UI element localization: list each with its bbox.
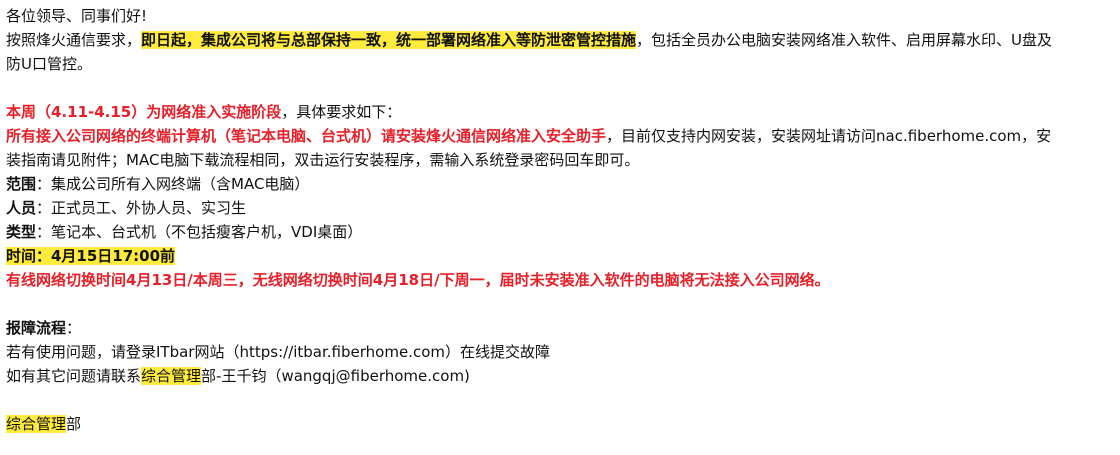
scope-value: ：集成公司所有入网终端（含MAC电脑） [36, 175, 310, 193]
requirement-line: 所有接入公司网络的终端计算机（笔记本电脑、台式机）请安装烽火通信网络准入安全助手… [6, 124, 1120, 148]
support-line-1: 若有使用问题，请登录ITbar网站（https://itbar.fiberhom… [6, 340, 1120, 364]
time-text: 时间：4月15日17:00前 [6, 247, 176, 265]
greeting-text: 各位领导、同事们好! [6, 7, 148, 25]
people-label: 人员 [6, 199, 37, 217]
support-dept-highlight: 综合管理 [141, 367, 202, 385]
intro-highlight: 即日起，集成公司将与总部保持一致，统一部署网络准入等防泄密管控措施 [141, 31, 637, 49]
week-rest-text: ，具体要求如下： [281, 103, 402, 121]
intro-continuation-line: 防U口管控。 [6, 52, 1120, 76]
requirement-red-text: 所有接入公司网络的终端计算机（笔记本电脑、台式机）请安装烽火通信网络准入安全助手 [6, 127, 607, 145]
intro-prefix: 按照烽火通信要求， [6, 31, 142, 49]
warning-line: 有线网络切换时间4月13日/本周三，无线网络切换时间4月18日/下周一，届时未安… [6, 268, 1120, 292]
requirement-rest-text: ，目前仅支持内网安装，安装网址请访问nac.fiberhome.com，安 [606, 127, 1052, 145]
intro-suffix: ，包括全员办公电脑安装网络准入软件、启用屏幕水印、U盘及 [636, 31, 1053, 49]
support-text-1: 若有使用问题，请登录ITbar网站（https://itbar.fiberhom… [6, 343, 550, 361]
requirement-continuation-line: 装指南请见附件；MAC电脑下载流程相同，双击运行安装程序，需输入系统登录密码回车… [6, 148, 1120, 172]
signature-highlight: 综合管理 [6, 415, 67, 433]
support-title-colon: ： [66, 319, 82, 337]
signature-line: 综合管理部 [6, 412, 1120, 436]
intro-line: 按照烽火通信要求，即日起，集成公司将与总部保持一致，统一部署网络准入等防泄密管控… [6, 28, 1120, 52]
email-body: 各位领导、同事们好! 按照烽火通信要求，即日起，集成公司将与总部保持一致，统一部… [0, 0, 1120, 455]
week-line: 本周（4.11-4.15）为网络准入实施阶段，具体要求如下： [6, 100, 1120, 124]
support-text-2-suffix: 部-王千钧（wangqj@fiberhome.com) [201, 367, 470, 385]
greeting-line: 各位领导、同事们好! [6, 4, 1120, 28]
requirement-continuation: 装指南请见附件；MAC电脑下载流程相同，双击运行安装程序，需输入系统登录密码回车… [6, 151, 640, 169]
intro-continuation: 防U口管控。 [6, 55, 92, 73]
signature-suffix: 部 [66, 415, 82, 433]
time-line: 时间：4月15日17:00前 [6, 244, 1120, 268]
support-title-line: 报障流程： [6, 316, 1120, 340]
type-value: ：笔记本、台式机（不包括瘦客户机，VDI桌面） [36, 223, 363, 241]
support-line-2: 如有其它问题请联系综合管理部-王千钧（wangqj@fiberhome.com) [6, 364, 1120, 388]
scope-line: 范围：集成公司所有入网终端（含MAC电脑） [6, 172, 1120, 196]
scope-label: 范围 [6, 175, 37, 193]
people-line: 人员：正式员工、外协人员、实习生 [6, 196, 1120, 220]
type-label: 类型 [6, 223, 37, 241]
warning-text: 有线网络切换时间4月13日/本周三，无线网络切换时间4月18日/下周一，届时未安… [6, 271, 830, 289]
type-line: 类型：笔记本、台式机（不包括瘦客户机，VDI桌面） [6, 220, 1120, 244]
people-value: ：正式员工、外协人员、实习生 [36, 199, 247, 217]
support-title: 报障流程 [6, 319, 67, 337]
week-red-text: 本周（4.11-4.15）为网络准入实施阶段 [6, 103, 282, 121]
support-text-2-prefix: 如有其它问题请联系 [6, 367, 142, 385]
